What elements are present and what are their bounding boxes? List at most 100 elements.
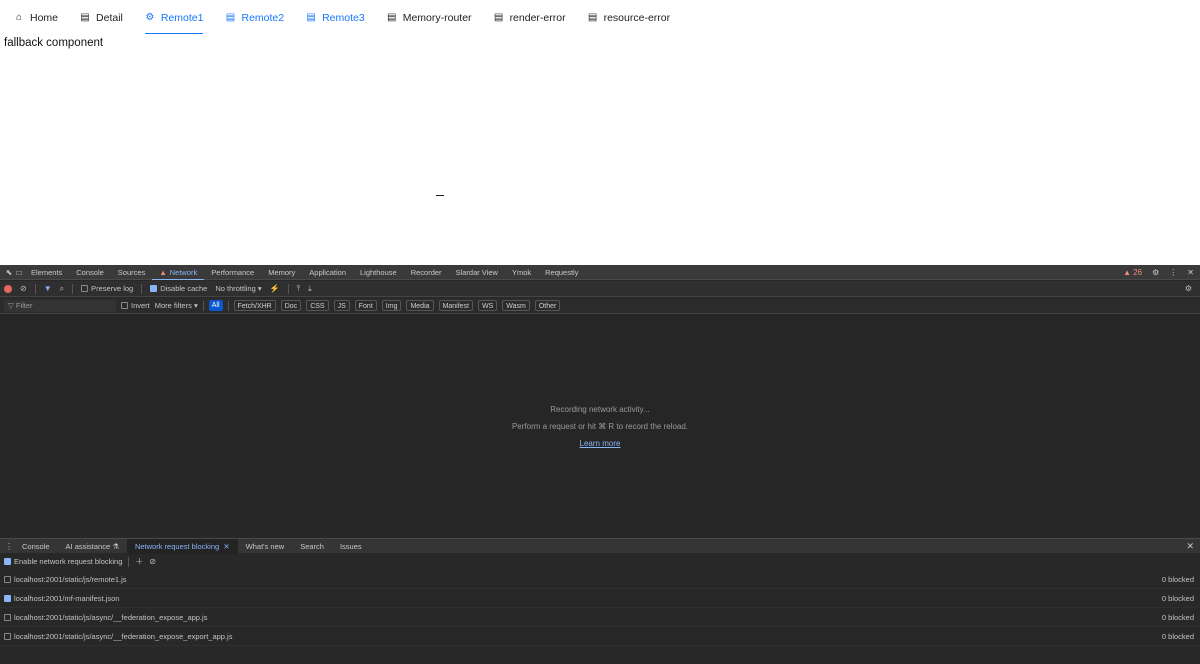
filter-chip-other[interactable]: Other — [534, 300, 561, 311]
nav-item-remote2[interactable]: ▤ Remote2 — [225, 0, 284, 36]
remove-all-icon[interactable]: ⊘ — [149, 557, 156, 566]
blocked-count: 0 blocked — [1161, 613, 1194, 622]
network-settings-icon[interactable]: ⚙ — [1185, 284, 1192, 293]
pattern-checkbox[interactable] — [4, 613, 11, 621]
tab-sources[interactable]: Sources — [111, 265, 153, 280]
learn-more-link[interactable]: Learn more — [0, 439, 1200, 448]
fallback-text: fallback component — [4, 37, 104, 49]
tab-requestly[interactable]: Requestly — [538, 265, 585, 280]
nav-item-detail[interactable]: ▤ Detail — [80, 0, 123, 36]
disable-cache-checkbox[interactable]: Disable cache — [150, 284, 207, 293]
invert-checkbox[interactable]: Invert — [121, 301, 150, 310]
devtools-tab-bar: ⬉ ▭ Elements Console Sources ▲ Network Pe… — [0, 265, 1200, 280]
nav-item-remote1[interactable]: ⚙ Remote1 — [144, 0, 203, 36]
pattern-checkbox[interactable] — [4, 632, 11, 640]
drawer-tab-blocking-label: Network request blocking — [134, 541, 220, 551]
screen: ⌂ Home ▤ Detail ⚙ Remote1 ▤ Remote2 ▤ Re… — [0, 0, 1200, 664]
nav-item-render-error[interactable]: ▤ render-error — [494, 0, 566, 36]
search-icon[interactable]: ⌕ — [60, 284, 64, 294]
nav-item-memory-router[interactable]: ▤ Memory-router — [387, 0, 472, 36]
filter-placeholder: Filter — [15, 301, 33, 310]
tab-console[interactable]: Console — [69, 265, 111, 280]
recording-status-text: Recording network activity... — [550, 405, 650, 414]
nav-item-label: Remote2 — [241, 12, 285, 24]
tab-recorder[interactable]: Recorder — [404, 265, 449, 280]
drawer-tab-network-request-blocking[interactable]: Network request blocking ✕ — [126, 538, 238, 554]
tab-memory[interactable]: Memory — [261, 265, 302, 280]
inspect-icon[interactable]: ⬉ — [4, 268, 14, 277]
enable-blocking-label: Enable network request blocking — [14, 557, 123, 566]
record-hint-text: Perform a request or hit ⌘ R to record t… — [511, 422, 689, 431]
drawer-tab-issues[interactable]: Issues — [332, 539, 370, 554]
drawer-menu-icon[interactable]: ⋮ — [4, 542, 14, 551]
close-drawer-icon[interactable]: ✕ — [1186, 539, 1194, 554]
close-icon[interactable]: ✕ — [1187, 268, 1194, 277]
record-button[interactable] — [4, 284, 12, 293]
app-nav-bar: ⌂ Home ▤ Detail ⚙ Remote1 ▤ Remote2 ▤ Re… — [0, 0, 1200, 36]
checkbox-icon — [150, 285, 158, 292]
checkbox-icon — [4, 558, 11, 565]
text-cursor — [436, 195, 444, 196]
network-conditions-icon[interactable]: ⚡ — [270, 284, 280, 293]
drawer-tab-ai-assistance[interactable]: AI assistance ⚗ — [58, 539, 127, 554]
preserve-log-label: Preserve log — [91, 284, 134, 293]
export-icon[interactable]: ⤓ — [308, 284, 312, 294]
tab-elements[interactable]: Elements — [24, 265, 69, 280]
more-options-icon[interactable]: ⋮ — [1169, 268, 1177, 277]
tab-lighthouse[interactable]: Lighthouse — [353, 265, 404, 280]
filter-chip-media[interactable]: Media — [406, 300, 434, 311]
filter-chip-font[interactable]: Font — [354, 300, 377, 311]
nav-item-home[interactable]: ⌂ Home — [14, 0, 58, 36]
invert-label: Invert — [131, 301, 150, 310]
nav-item-label: Remote3 — [322, 12, 365, 24]
tab-slardar-view[interactable]: Slardar View — [449, 265, 505, 280]
drawer-tab-ai-label: AI assistance — [65, 541, 111, 551]
filter-input[interactable]: ▽ Filter — [4, 299, 116, 312]
tab-ymok[interactable]: Ymok — [505, 265, 538, 280]
enable-blocking-checkbox[interactable]: Enable network request blocking — [4, 557, 122, 566]
divider — [141, 283, 143, 294]
nav-item-label: render-error — [509, 12, 566, 24]
import-icon[interactable]: ⤒ — [297, 284, 301, 294]
nav-item-remote3[interactable]: ▤ Remote3 — [306, 0, 365, 36]
drawer-tab-bar: ⋮ Console AI assistance ⚗ Network reques… — [0, 538, 1200, 554]
filter-chip-img[interactable]: Img — [381, 300, 402, 311]
throttling-select[interactable]: No throttling ▾ — [215, 284, 261, 293]
tab-network[interactable]: ▲ Network — [152, 265, 205, 280]
preserve-log-checkbox[interactable]: Preserve log — [81, 284, 133, 293]
filter-chip-all[interactable]: All — [208, 300, 223, 311]
list-item: localhost:2001/static/js/async/__federat… — [0, 608, 1200, 627]
settings-icon[interactable]: ⚙ — [1152, 268, 1159, 277]
list-icon: ▤ — [306, 12, 316, 23]
drawer-tab-search[interactable]: Search — [292, 539, 332, 554]
filter-icon: ▽ — [8, 301, 16, 310]
filter-chip-wasm[interactable]: Wasm — [502, 300, 530, 311]
more-filters-dropdown[interactable]: More filters ▾ — [155, 301, 198, 310]
filter-chip-js[interactable]: JS — [333, 300, 350, 311]
blocked-count: 0 blocked — [1161, 575, 1194, 584]
tab-application[interactable]: Application — [302, 265, 353, 280]
issues-badge[interactable]: ▲ 26 — [1123, 268, 1142, 277]
drawer-tab-whats-new[interactable]: What's new — [238, 539, 293, 554]
close-tab-icon[interactable]: ✕ — [223, 542, 229, 551]
nav-item-label: Home — [30, 12, 59, 24]
filter-chip-ws[interactable]: WS — [478, 300, 498, 311]
list-item: localhost:2001/static/js/async/__federat… — [0, 627, 1200, 646]
filter-chip-doc[interactable]: Doc — [280, 300, 302, 311]
list-icon: ▤ — [386, 12, 397, 23]
disable-cache-label: Disable cache — [160, 284, 208, 293]
pattern-checkbox[interactable] — [4, 594, 11, 602]
tab-performance[interactable]: Performance — [204, 265, 261, 280]
filter-chip-manifest[interactable]: Manifest — [438, 300, 473, 311]
drawer-tab-console[interactable]: Console — [14, 539, 58, 554]
pattern-checkbox[interactable] — [4, 575, 11, 583]
filter-chip-fetch-xhr[interactable]: Fetch/XHR — [233, 300, 276, 311]
warning-icon: ▲ — [1123, 268, 1131, 277]
filter-icon[interactable]: ▼ — [44, 284, 52, 293]
nav-item-resource-error[interactable]: ▤ resource-error — [588, 0, 670, 36]
filter-chip-css[interactable]: CSS — [306, 300, 329, 311]
tab-network-label: Network — [169, 267, 198, 277]
add-pattern-icon[interactable]: ＋ — [135, 556, 143, 567]
device-toolbar-icon[interactable]: ▭ — [14, 268, 24, 277]
clear-icon[interactable]: ⊘ — [20, 284, 27, 293]
